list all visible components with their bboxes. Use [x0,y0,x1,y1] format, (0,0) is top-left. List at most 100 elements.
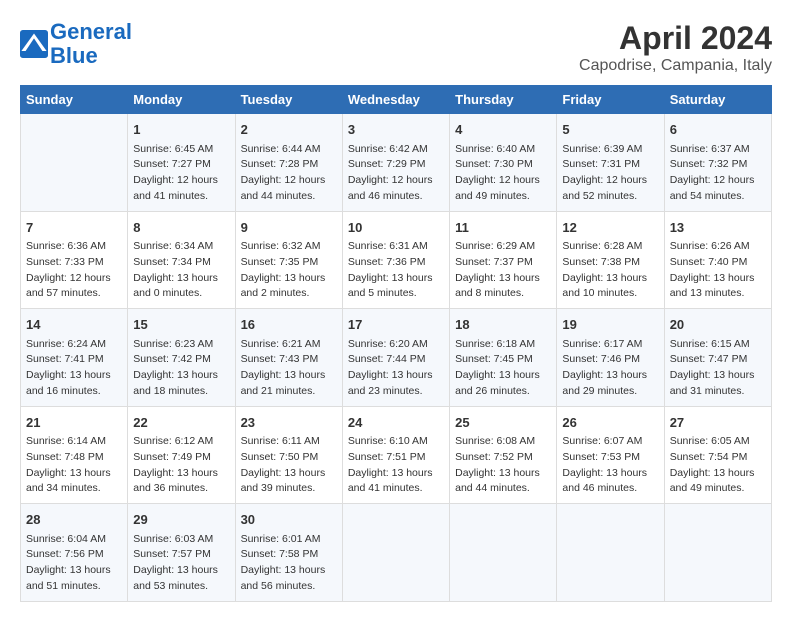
calendar-cell: 24Sunrise: 6:10 AM Sunset: 7:51 PM Dayli… [342,406,449,504]
page-subtitle: Capodrise, Campania, Italy [579,57,772,75]
day-info: Sunrise: 6:26 AM Sunset: 7:40 PM Dayligh… [670,239,766,302]
calendar-cell: 19Sunrise: 6:17 AM Sunset: 7:46 PM Dayli… [557,309,664,407]
day-number: 6 [670,120,766,140]
day-info: Sunrise: 6:23 AM Sunset: 7:42 PM Dayligh… [133,337,229,400]
day-info: Sunrise: 6:28 AM Sunset: 7:38 PM Dayligh… [562,239,658,302]
calendar-cell [450,504,557,602]
week-row-4: 21Sunrise: 6:14 AM Sunset: 7:48 PM Dayli… [21,406,772,504]
calendar-cell [21,114,128,212]
day-number: 18 [455,315,551,335]
calendar-cell: 12Sunrise: 6:28 AM Sunset: 7:38 PM Dayli… [557,211,664,309]
col-header-tuesday: Tuesday [235,86,342,114]
day-info: Sunrise: 6:07 AM Sunset: 7:53 PM Dayligh… [562,434,658,497]
day-number: 2 [241,120,337,140]
calendar-cell: 5Sunrise: 6:39 AM Sunset: 7:31 PM Daylig… [557,114,664,212]
calendar-cell: 23Sunrise: 6:11 AM Sunset: 7:50 PM Dayli… [235,406,342,504]
day-info: Sunrise: 6:34 AM Sunset: 7:34 PM Dayligh… [133,239,229,302]
day-number: 15 [133,315,229,335]
day-info: Sunrise: 6:12 AM Sunset: 7:49 PM Dayligh… [133,434,229,497]
day-number: 5 [562,120,658,140]
day-info: Sunrise: 6:18 AM Sunset: 7:45 PM Dayligh… [455,337,551,400]
calendar-cell: 28Sunrise: 6:04 AM Sunset: 7:56 PM Dayli… [21,504,128,602]
day-info: Sunrise: 6:11 AM Sunset: 7:50 PM Dayligh… [241,434,337,497]
header-row: SundayMondayTuesdayWednesdayThursdayFrid… [21,86,772,114]
col-header-thursday: Thursday [450,86,557,114]
day-number: 20 [670,315,766,335]
calendar-cell: 6Sunrise: 6:37 AM Sunset: 7:32 PM Daylig… [664,114,771,212]
day-number: 21 [26,413,122,433]
day-info: Sunrise: 6:17 AM Sunset: 7:46 PM Dayligh… [562,337,658,400]
calendar-cell: 25Sunrise: 6:08 AM Sunset: 7:52 PM Dayli… [450,406,557,504]
week-row-5: 28Sunrise: 6:04 AM Sunset: 7:56 PM Dayli… [21,504,772,602]
page-title: April 2024 [579,20,772,57]
day-number: 19 [562,315,658,335]
title-block: April 2024 Capodrise, Campania, Italy [579,20,772,75]
day-info: Sunrise: 6:10 AM Sunset: 7:51 PM Dayligh… [348,434,444,497]
calendar-cell: 11Sunrise: 6:29 AM Sunset: 7:37 PM Dayli… [450,211,557,309]
calendar-table: SundayMondayTuesdayWednesdayThursdayFrid… [20,85,772,602]
day-info: Sunrise: 6:01 AM Sunset: 7:58 PM Dayligh… [241,532,337,595]
col-header-wednesday: Wednesday [342,86,449,114]
calendar-cell: 7Sunrise: 6:36 AM Sunset: 7:33 PM Daylig… [21,211,128,309]
calendar-cell: 18Sunrise: 6:18 AM Sunset: 7:45 PM Dayli… [450,309,557,407]
day-number: 29 [133,510,229,530]
day-number: 28 [26,510,122,530]
calendar-cell: 29Sunrise: 6:03 AM Sunset: 7:57 PM Dayli… [128,504,235,602]
calendar-cell: 10Sunrise: 6:31 AM Sunset: 7:36 PM Dayli… [342,211,449,309]
week-row-2: 7Sunrise: 6:36 AM Sunset: 7:33 PM Daylig… [21,211,772,309]
calendar-cell: 13Sunrise: 6:26 AM Sunset: 7:40 PM Dayli… [664,211,771,309]
col-header-saturday: Saturday [664,86,771,114]
day-number: 23 [241,413,337,433]
day-info: Sunrise: 6:40 AM Sunset: 7:30 PM Dayligh… [455,142,551,205]
calendar-cell: 9Sunrise: 6:32 AM Sunset: 7:35 PM Daylig… [235,211,342,309]
day-number: 25 [455,413,551,433]
col-header-friday: Friday [557,86,664,114]
day-number: 14 [26,315,122,335]
day-number: 27 [670,413,766,433]
day-number: 10 [348,218,444,238]
week-row-3: 14Sunrise: 6:24 AM Sunset: 7:41 PM Dayli… [21,309,772,407]
day-info: Sunrise: 6:20 AM Sunset: 7:44 PM Dayligh… [348,337,444,400]
day-info: Sunrise: 6:37 AM Sunset: 7:32 PM Dayligh… [670,142,766,205]
day-info: Sunrise: 6:39 AM Sunset: 7:31 PM Dayligh… [562,142,658,205]
day-info: Sunrise: 6:36 AM Sunset: 7:33 PM Dayligh… [26,239,122,302]
day-number: 4 [455,120,551,140]
day-number: 13 [670,218,766,238]
day-number: 12 [562,218,658,238]
logo-text: General Blue [50,20,132,68]
logo: General Blue [20,20,132,68]
calendar-cell: 16Sunrise: 6:21 AM Sunset: 7:43 PM Dayli… [235,309,342,407]
logo-line1: General [50,19,132,44]
calendar-cell [664,504,771,602]
day-number: 11 [455,218,551,238]
calendar-cell [342,504,449,602]
day-number: 24 [348,413,444,433]
calendar-cell: 14Sunrise: 6:24 AM Sunset: 7:41 PM Dayli… [21,309,128,407]
calendar-cell: 8Sunrise: 6:34 AM Sunset: 7:34 PM Daylig… [128,211,235,309]
calendar-cell: 22Sunrise: 6:12 AM Sunset: 7:49 PM Dayli… [128,406,235,504]
day-info: Sunrise: 6:31 AM Sunset: 7:36 PM Dayligh… [348,239,444,302]
day-info: Sunrise: 6:24 AM Sunset: 7:41 PM Dayligh… [26,337,122,400]
calendar-cell: 4Sunrise: 6:40 AM Sunset: 7:30 PM Daylig… [450,114,557,212]
logo-line2: Blue [50,43,98,68]
calendar-cell: 3Sunrise: 6:42 AM Sunset: 7:29 PM Daylig… [342,114,449,212]
page-header: General Blue April 2024 Capodrise, Campa… [20,20,772,75]
day-number: 9 [241,218,337,238]
day-info: Sunrise: 6:03 AM Sunset: 7:57 PM Dayligh… [133,532,229,595]
calendar-cell: 27Sunrise: 6:05 AM Sunset: 7:54 PM Dayli… [664,406,771,504]
day-number: 1 [133,120,229,140]
calendar-cell: 1Sunrise: 6:45 AM Sunset: 7:27 PM Daylig… [128,114,235,212]
day-info: Sunrise: 6:32 AM Sunset: 7:35 PM Dayligh… [241,239,337,302]
day-info: Sunrise: 6:05 AM Sunset: 7:54 PM Dayligh… [670,434,766,497]
calendar-cell: 20Sunrise: 6:15 AM Sunset: 7:47 PM Dayli… [664,309,771,407]
day-number: 30 [241,510,337,530]
day-info: Sunrise: 6:15 AM Sunset: 7:47 PM Dayligh… [670,337,766,400]
calendar-cell [557,504,664,602]
week-row-1: 1Sunrise: 6:45 AM Sunset: 7:27 PM Daylig… [21,114,772,212]
calendar-cell: 21Sunrise: 6:14 AM Sunset: 7:48 PM Dayli… [21,406,128,504]
day-number: 16 [241,315,337,335]
calendar-cell: 17Sunrise: 6:20 AM Sunset: 7:44 PM Dayli… [342,309,449,407]
day-number: 8 [133,218,229,238]
day-info: Sunrise: 6:29 AM Sunset: 7:37 PM Dayligh… [455,239,551,302]
calendar-cell: 15Sunrise: 6:23 AM Sunset: 7:42 PM Dayli… [128,309,235,407]
